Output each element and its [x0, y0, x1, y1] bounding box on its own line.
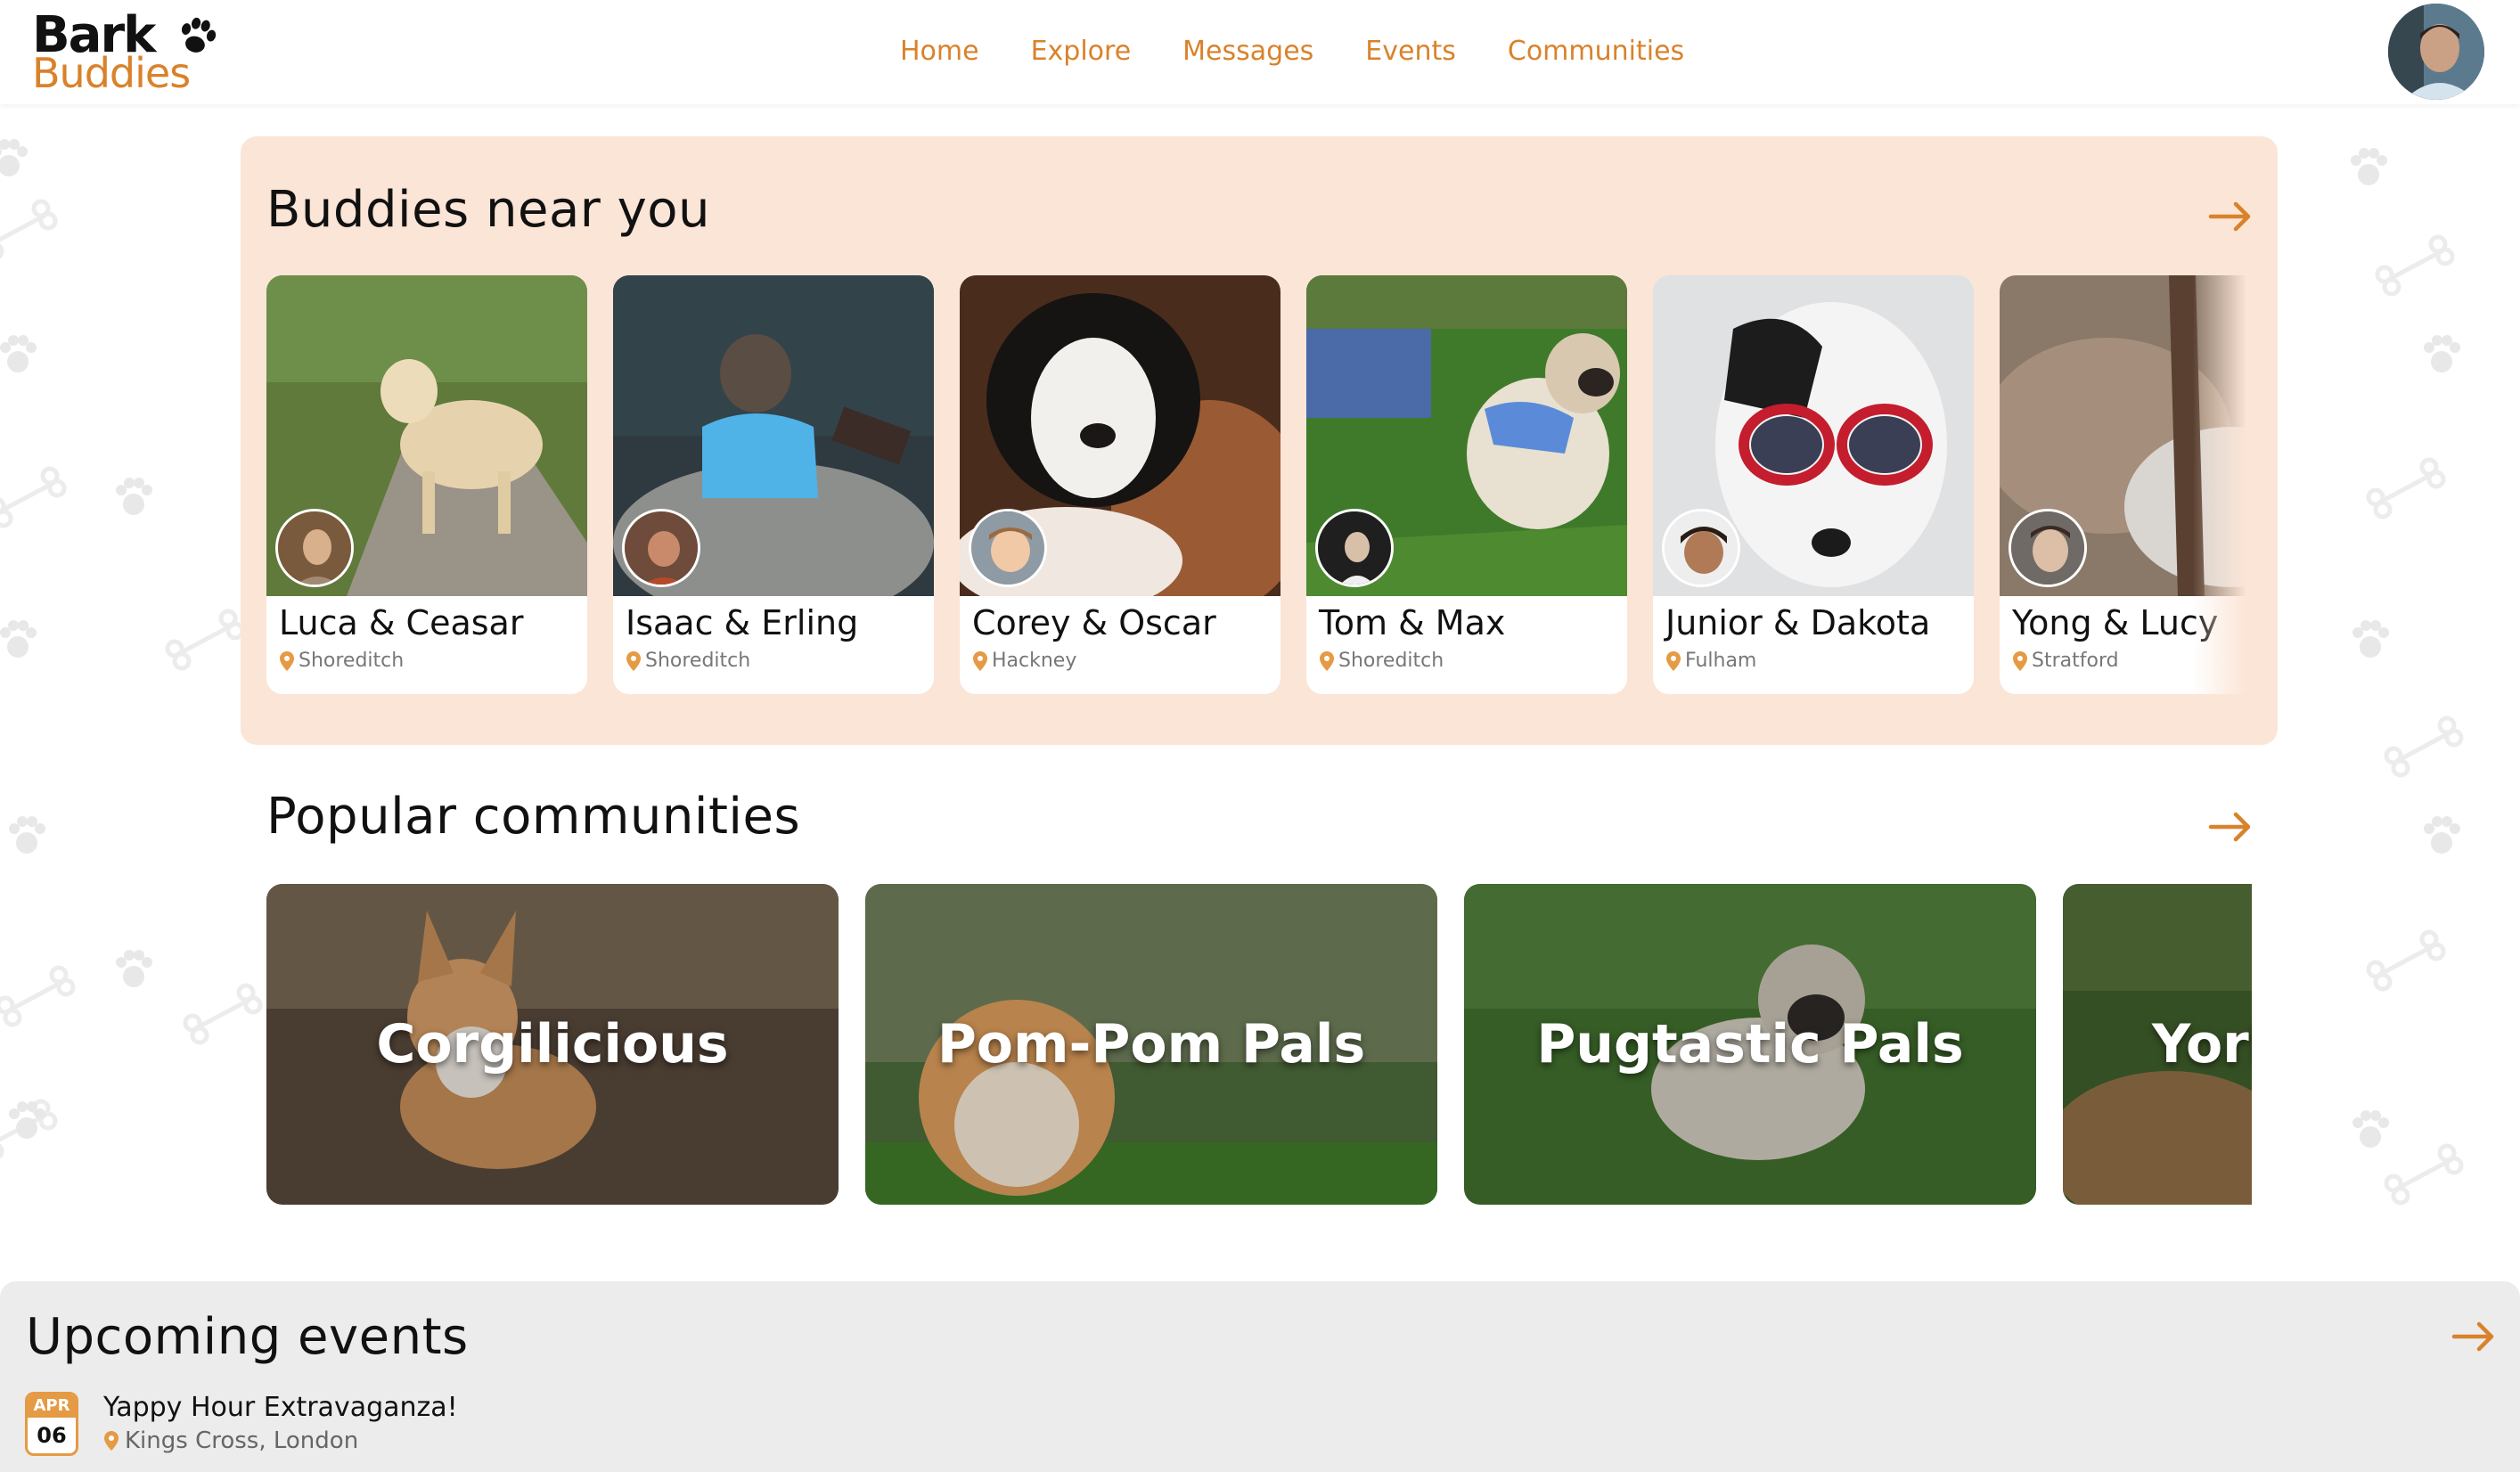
nav-communities[interactable]: Communities [1508, 30, 1684, 73]
event-title: Yappy Hour Extravaganza! [103, 1392, 458, 1423]
buddy-card[interactable]: Corey & Oscar Hackney [960, 275, 1280, 694]
buddy-name: Corey & Oscar [972, 603, 1216, 642]
location-pin-icon [1320, 650, 1334, 671]
top-navbar: Bark Buddies Home Explore Messages Event… [0, 0, 2520, 104]
event-month: APR [28, 1394, 76, 1418]
buddy-location: Stratford [2012, 650, 2119, 672]
community-card[interactable]: York [2063, 884, 2252, 1205]
buddy-name: Yong & Lucy [2012, 603, 2219, 642]
owner-avatar [969, 509, 1047, 587]
events-section-title: Upcoming events [26, 1308, 469, 1366]
user-avatar[interactable] [2388, 4, 2484, 100]
buddy-card[interactable]: Isaac & Erling Shoreditch [613, 275, 934, 694]
buddies-section-title: Buddies near you [266, 181, 710, 239]
nav-events[interactable]: Events [1365, 30, 1456, 73]
buddy-location-text: Hackney [992, 650, 1077, 672]
brand-name-line2: Buddies [32, 49, 191, 97]
arrow-right-icon[interactable] [2450, 1313, 2497, 1360]
community-card[interactable]: Pugtastic Pals [1464, 884, 2036, 1205]
buddy-card[interactable]: Tom & Max Shoreditch [1306, 275, 1627, 694]
upcoming-events-section: Upcoming events APR 06 Yappy Hour Extrav… [0, 1281, 2520, 1472]
communities-section-title: Popular communities [266, 788, 801, 846]
owner-avatar [1315, 509, 1394, 587]
owner-avatar [275, 509, 354, 587]
location-pin-icon [973, 650, 987, 671]
nav-home[interactable]: Home [900, 30, 979, 73]
location-pin-icon [1666, 650, 1681, 671]
buddy-location: Shoreditch [626, 650, 750, 672]
buddy-location: Hackney [972, 650, 1076, 672]
event-day: 06 [37, 1423, 67, 1448]
buddy-card[interactable]: Luca & Ceasar Shoreditch [266, 275, 587, 694]
nav-messages[interactable]: Messages [1182, 30, 1313, 73]
communities-carousel[interactable]: Corgilicious Pom-Pom Pals Pugtastic Pals [266, 884, 2252, 1205]
buddy-name: Tom & Max [1319, 603, 1506, 642]
location-pin-icon [2013, 650, 2027, 671]
buddy-name: Luca & Ceasar [279, 603, 524, 642]
community-name: Pugtastic Pals [1536, 1013, 1964, 1075]
community-name: York [2152, 1013, 2252, 1075]
buddy-location: Fulham [1665, 650, 1756, 672]
buddy-location: Shoreditch [279, 650, 404, 672]
community-card[interactable]: Corgilicious [266, 884, 839, 1205]
calendar-date-badge: APR 06 [25, 1392, 78, 1456]
community-name: Pom-Pom Pals [937, 1013, 1366, 1075]
buddy-card[interactable]: Junior & Dakota Fulham [1653, 275, 1974, 694]
community-name: Corgilicious [376, 1013, 729, 1075]
buddy-location: Shoreditch [1319, 650, 1444, 672]
carousel-fade [2193, 275, 2246, 694]
buddy-location-text: Shoreditch [645, 650, 751, 672]
buddy-name: Isaac & Erling [626, 603, 859, 642]
arrow-right-icon[interactable] [2207, 804, 2254, 850]
owner-avatar [2009, 509, 2087, 587]
main-nav: Home Explore Messages Events Communities [900, 30, 1684, 73]
owner-avatar [1662, 509, 1740, 587]
location-pin-icon [626, 650, 641, 671]
location-pin-icon [104, 1431, 119, 1451]
buddy-location-text: Stratford [2032, 650, 2119, 672]
location-pin-icon [280, 650, 294, 671]
event-location: Kings Cross, London [103, 1427, 358, 1454]
nav-explore[interactable]: Explore [1031, 30, 1132, 73]
event-location-text: Kings Cross, London [125, 1427, 359, 1454]
buddy-name: Junior & Dakota [1665, 603, 1931, 642]
buddy-location-text: Shoreditch [1338, 650, 1444, 672]
arrow-right-icon[interactable] [2207, 193, 2254, 240]
owner-avatar [622, 509, 700, 587]
community-card[interactable]: Pom-Pom Pals [865, 884, 1437, 1205]
buddy-location-text: Fulham [1685, 650, 1757, 672]
brand-logo[interactable]: Bark Buddies [32, 7, 219, 96]
buddies-near-you-section: Buddies near you Luca & Ceasar Shoreditc… [241, 136, 2278, 745]
buddy-location-text: Shoreditch [299, 650, 405, 672]
buddies-carousel[interactable]: Luca & Ceasar Shoreditch Isaac & Erling [266, 275, 2246, 694]
